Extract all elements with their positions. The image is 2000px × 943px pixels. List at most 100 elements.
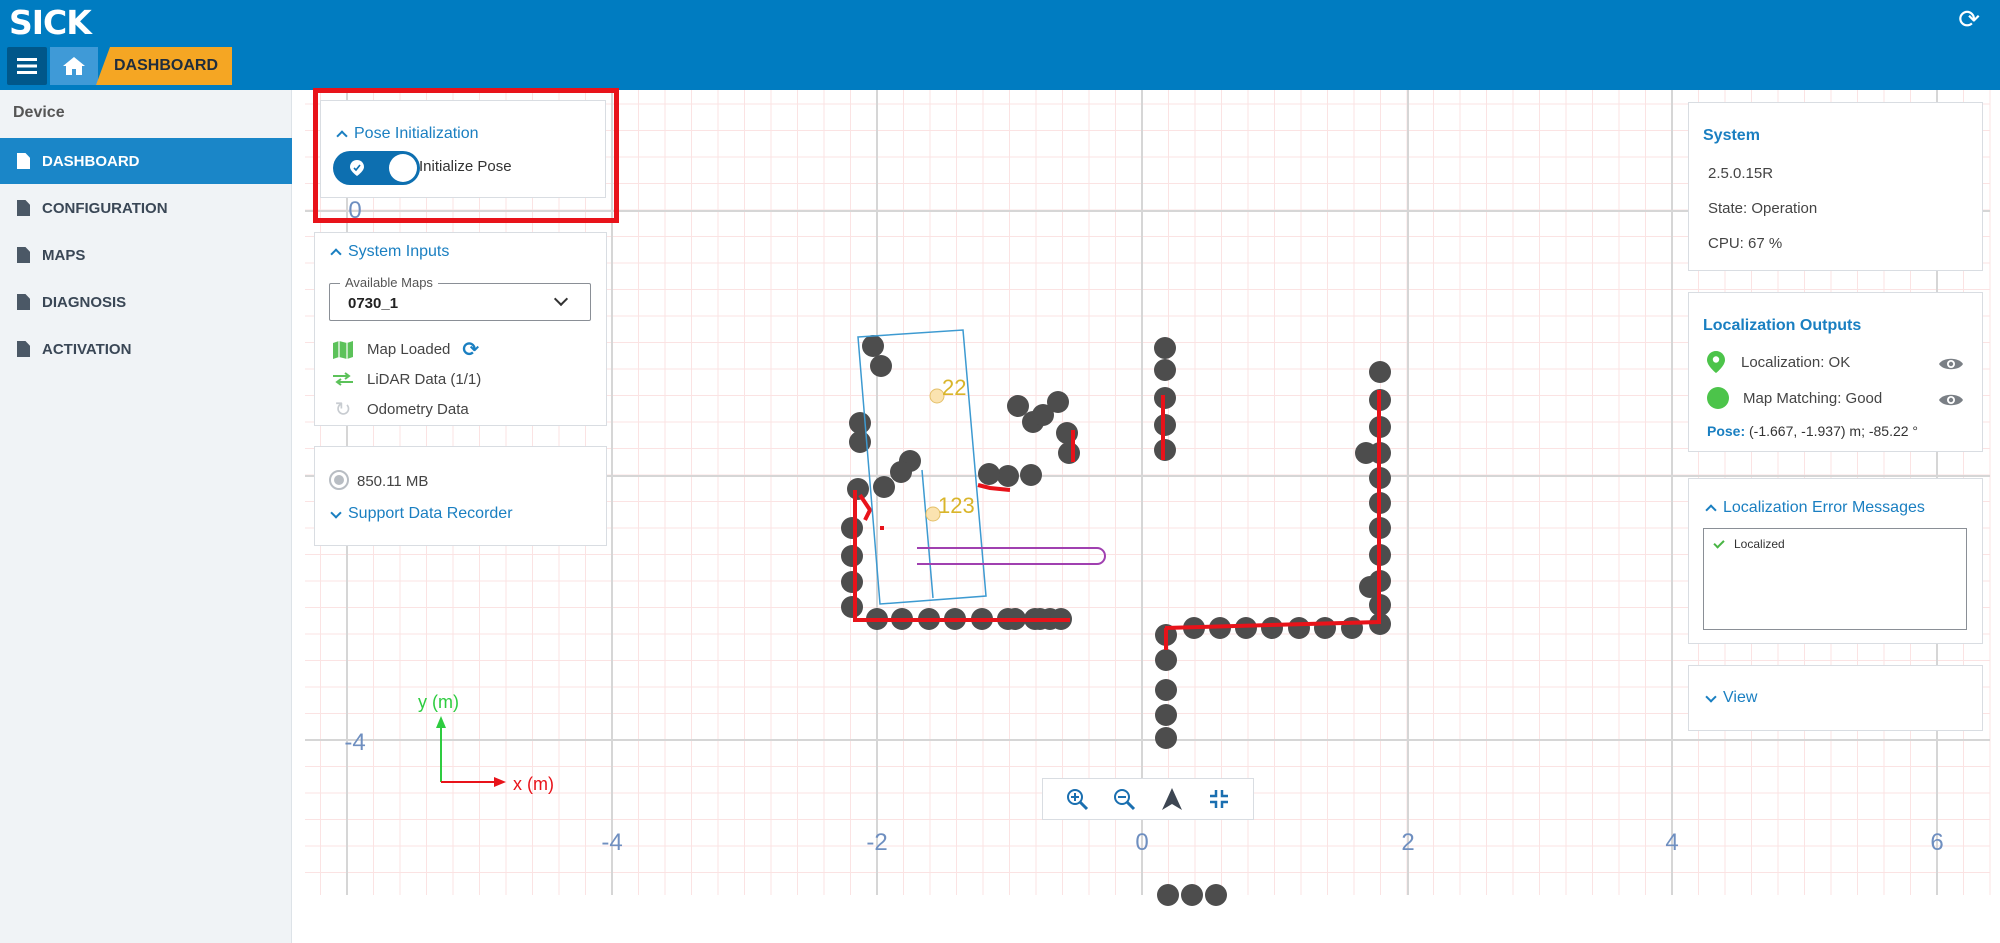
sidebar-item-dashboard[interactable]: DASHBOARD: [0, 138, 292, 184]
initialize-pose-toggle[interactable]: [333, 151, 420, 185]
home-button[interactable]: [50, 47, 98, 85]
refresh-icon[interactable]: ⟳: [1958, 4, 1980, 35]
map-point: [841, 596, 863, 618]
x-tick-label: -4: [601, 829, 622, 856]
sidebar: Device DASHBOARD CONFIGURATION MAPS DIAG…: [0, 90, 292, 943]
sidebar-item-maps[interactable]: MAPS: [0, 232, 292, 278]
map-loaded-label: Map Loaded: [367, 341, 451, 358]
map-point: [841, 517, 863, 539]
file-icon: [17, 200, 30, 216]
y-tick-label: -4: [344, 729, 365, 756]
localization-outputs-title: Localization Outputs: [1703, 317, 1862, 334]
map-point: [873, 476, 895, 498]
error-message-text: Localized: [1734, 537, 1785, 551]
map-point: [841, 545, 863, 567]
zoom-in-button[interactable]: [1064, 786, 1090, 812]
odometry-data-row: ↻ Odometry Data: [331, 398, 469, 421]
pose-readout: Pose: (-1.667, -1.937) m; -85.22 °: [1707, 423, 1918, 439]
x-tick-label: 2: [1401, 829, 1414, 856]
chevron-up-icon: [336, 130, 348, 142]
support-data-recorder-header[interactable]: Support Data Recorder: [328, 505, 513, 523]
view-header[interactable]: View: [1703, 689, 1757, 707]
chevron-up-icon: [330, 248, 342, 260]
localization-error-panel: Localization Error Messages Localized: [1688, 478, 1983, 644]
map-point: [1007, 395, 1029, 417]
map-point: [870, 355, 892, 377]
system-inputs-panel: System Inputs Available Maps 0730_1 Map …: [314, 232, 607, 426]
hamburger-menu-button[interactable]: [7, 47, 47, 85]
navigation-arrow-icon: [1161, 788, 1182, 810]
app-header: SICK ⟳ DASHBOARD: [0, 0, 2000, 90]
toggle-knob: [389, 154, 417, 182]
sidebar-item-diagnosis[interactable]: DIAGNOSIS: [0, 279, 292, 325]
zoom-out-icon: [1114, 789, 1136, 811]
planned-path: [917, 547, 1106, 565]
map-point: [1020, 464, 1042, 486]
breadcrumb-dashboard[interactable]: DASHBOARD: [96, 47, 232, 85]
map-point: [1155, 679, 1177, 701]
localization-status: Localization: OK: [1741, 353, 1851, 371]
zoom-out-button[interactable]: [1111, 786, 1137, 812]
chevron-up-icon: [1705, 504, 1717, 516]
compress-icon: [1210, 790, 1229, 808]
map-point: [890, 461, 912, 483]
particle-label: 123: [938, 493, 975, 518]
reload-map-icon[interactable]: ⟳: [462, 337, 479, 362]
map-point: [1155, 727, 1177, 749]
system-state: State: Operation: [1708, 200, 1818, 217]
map-point: [1155, 704, 1177, 726]
lidar-data-row: LiDAR Data (1/1): [331, 369, 481, 389]
map-icon: [331, 340, 355, 360]
map-loaded-row: Map Loaded ⟳: [331, 337, 479, 362]
map-point: [1047, 391, 1069, 413]
support-data-recorder-title: Support Data Recorder: [348, 505, 513, 522]
map-matching-status: Map Matching: Good: [1743, 389, 1883, 407]
map-matching-row: Map Matching: Good: [1707, 387, 1882, 409]
eye-icon[interactable]: [1938, 356, 1964, 372]
home-icon: [63, 57, 85, 75]
available-maps-select[interactable]: Available Maps 0730_1: [329, 275, 591, 321]
map-point: [1235, 617, 1257, 639]
chevron-down-icon: [1705, 691, 1717, 703]
x-tick-label: -2: [866, 829, 887, 856]
pose-initialization-panel: Pose Initialization Initialize Pose: [320, 100, 606, 198]
system-inputs-header[interactable]: System Inputs: [328, 243, 449, 261]
map-point: [1355, 442, 1377, 464]
localization-error-header[interactable]: Localization Error Messages: [1703, 499, 1925, 517]
map-point: [1155, 649, 1177, 671]
pose-initialization-title: Pose Initialization: [354, 125, 479, 142]
pose-initialization-header[interactable]: Pose Initialization: [334, 125, 479, 143]
y-axis-label: y (m): [418, 692, 459, 712]
pose-value: (-1.667, -1.937) m; -85.22 °: [1749, 423, 1919, 439]
sidebar-heading: Device: [13, 104, 65, 121]
map-point: [1154, 359, 1176, 381]
map-point: [1261, 617, 1283, 639]
location-pin-icon: [350, 160, 364, 176]
odometry-icon: ↻: [334, 398, 352, 421]
map-point: [1157, 884, 1179, 906]
fit-view-button[interactable]: [1206, 786, 1232, 812]
chevron-down-icon: [553, 291, 569, 307]
view-panel: View: [1688, 665, 1983, 731]
particle-label: 22: [942, 375, 966, 400]
map-point: [847, 478, 869, 500]
center-robot-button[interactable]: [1159, 786, 1185, 812]
eye-icon[interactable]: [1938, 392, 1964, 408]
axis-indicator: y (m) x (m): [418, 692, 554, 794]
lidar-data-label: LiDAR Data (1/1): [367, 370, 482, 388]
initialize-pose-label: Initialize Pose: [419, 158, 512, 175]
file-icon: [17, 294, 30, 310]
map-point: [849, 412, 871, 434]
cpu-usage: CPU: 67 %: [1708, 235, 1783, 252]
odometry-data-label: Odometry Data: [367, 400, 469, 418]
list-item: Localized: [1713, 536, 1785, 551]
record-radio[interactable]: [329, 470, 349, 490]
data-recorder-panel: 850.11 MB Support Data Recorder: [314, 446, 607, 546]
sidebar-item-configuration[interactable]: CONFIGURATION: [0, 185, 292, 231]
sidebar-item-activation[interactable]: ACTIVATION: [0, 326, 292, 372]
x-axis-label: x (m): [513, 774, 554, 794]
map-toolbar: [1042, 778, 1254, 820]
system-panel: System 2.5.0.15R State: Operation CPU: 6…: [1688, 102, 1983, 271]
check-icon: [1713, 536, 1725, 549]
file-icon: [17, 153, 30, 169]
